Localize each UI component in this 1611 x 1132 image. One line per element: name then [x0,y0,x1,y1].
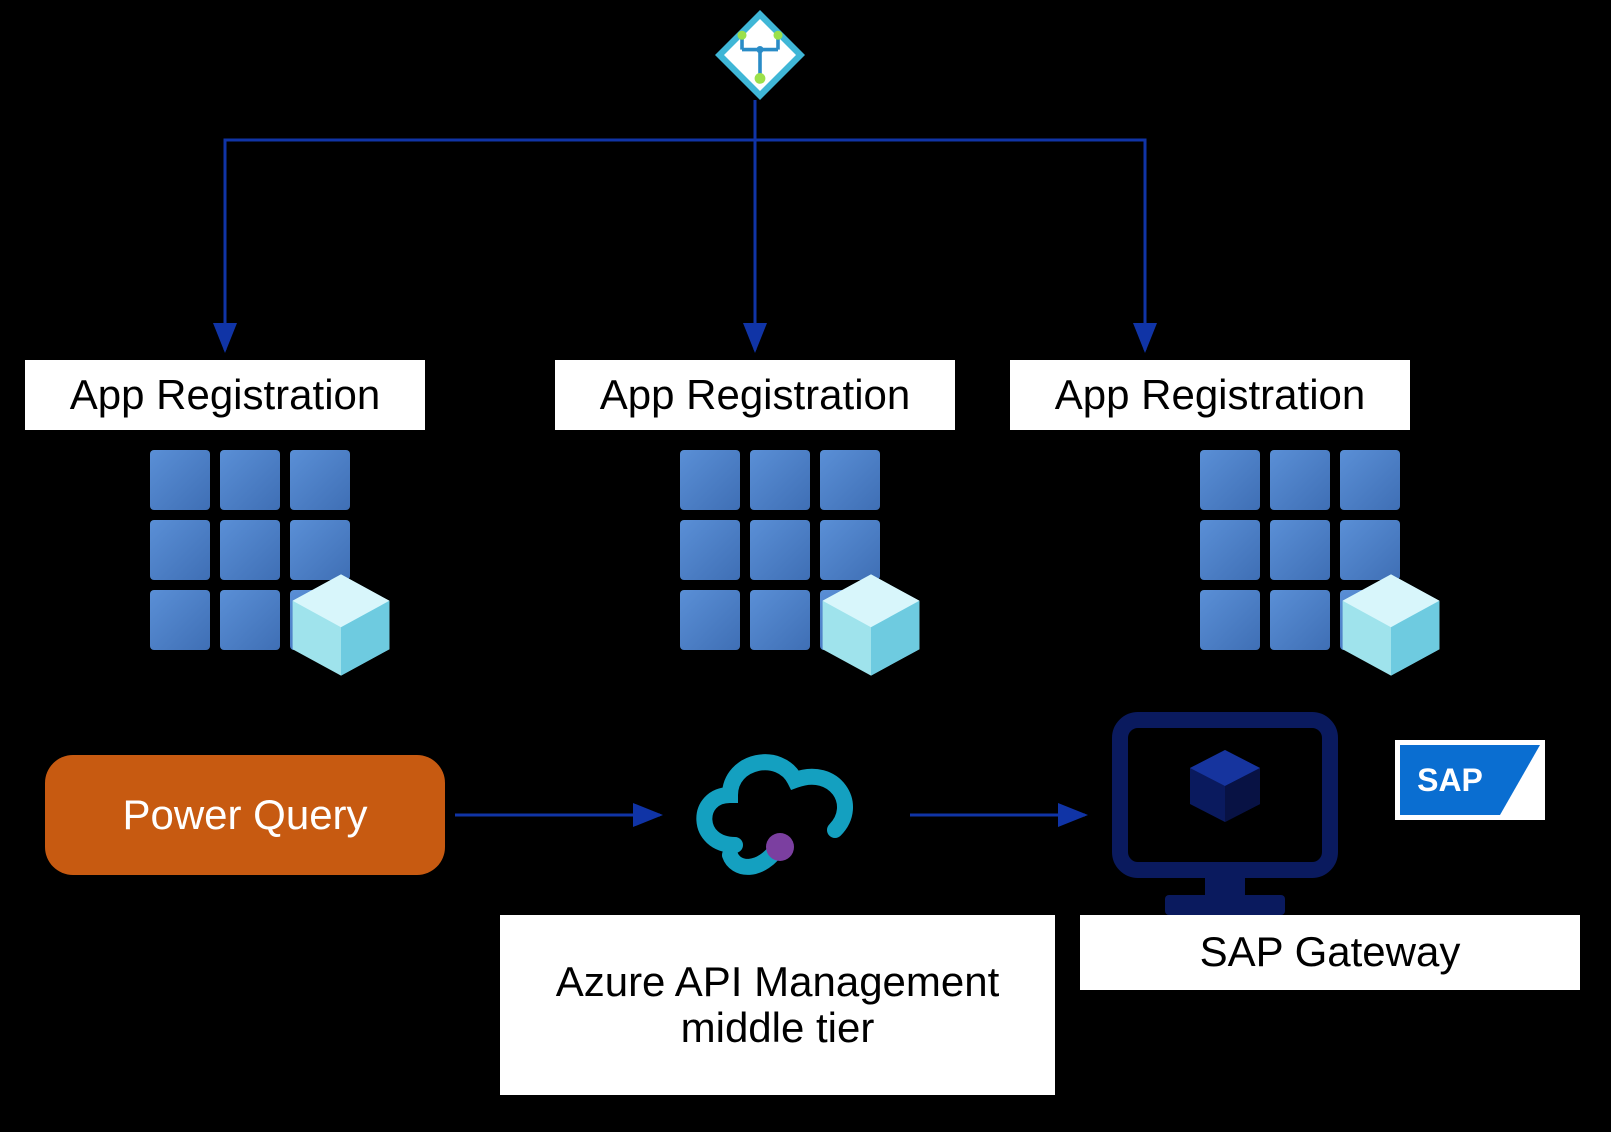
power-query-label: Power Query [122,791,367,839]
app-registration-text-3: App Registration [1055,372,1366,418]
app-registration-icon-3 [1200,450,1440,670]
sap-logo: SAP [1395,740,1545,820]
cube-icon [816,570,926,680]
app-registration-icon-1 [150,450,390,670]
app-registration-label-3: App Registration [1010,360,1410,430]
sap-gateway-label-box: SAP Gateway [1080,915,1580,990]
cube-icon [1336,570,1446,680]
cube-icon [286,570,396,680]
app-registration-icon-2 [680,450,920,670]
sap-logo-text: SAP [1417,762,1483,798]
api-management-label: Azure API Management middle tier [508,959,1047,1051]
api-management-icon [675,725,885,900]
sap-gateway-monitor-icon [1110,710,1340,925]
app-registration-text-2: App Registration [600,372,911,418]
app-registration-label-1: App Registration [25,360,425,430]
azure-active-directory-icon [715,10,805,105]
app-registration-text-1: App Registration [70,372,381,418]
sap-gateway-label: SAP Gateway [1200,929,1461,975]
power-query-node: Power Query [45,755,445,875]
app-registration-label-2: App Registration [555,360,955,430]
api-management-label-box: Azure API Management middle tier [500,915,1055,1095]
